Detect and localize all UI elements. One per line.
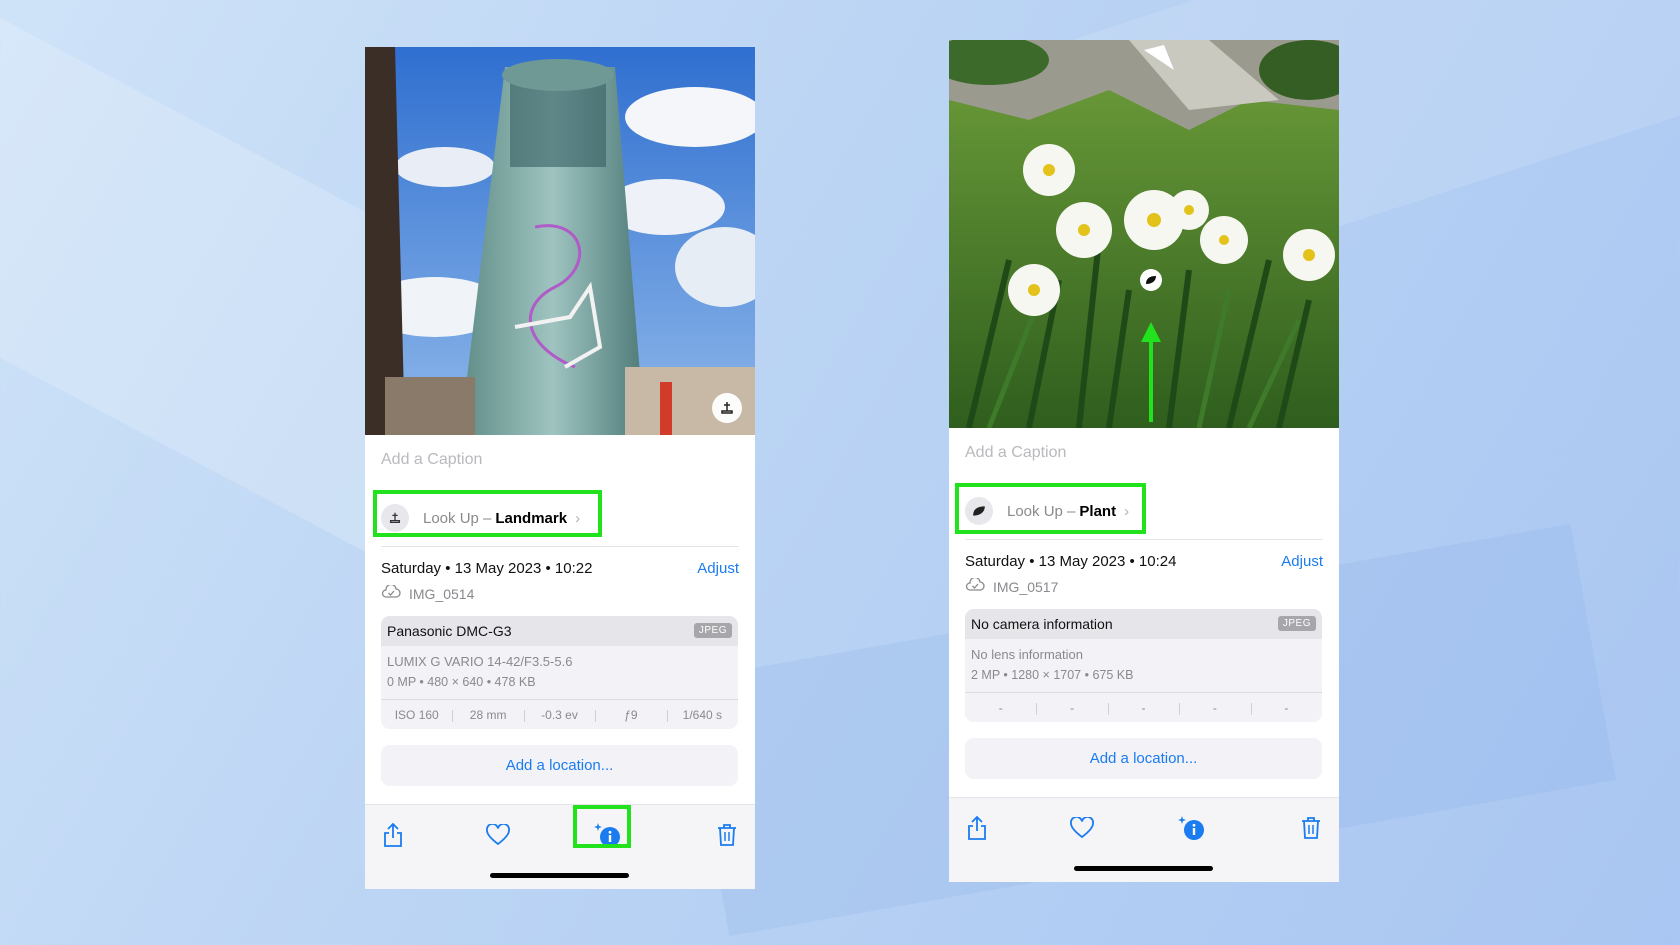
- highlight-box: [573, 805, 631, 848]
- format-badge: JPEG: [693, 623, 732, 638]
- bottom-toolbar: [949, 797, 1339, 882]
- caption-field[interactable]: Add a Caption: [365, 435, 755, 486]
- home-indicator: [490, 873, 629, 878]
- share-icon: [382, 822, 404, 853]
- add-location-button[interactable]: Add a location...: [965, 738, 1322, 779]
- trash-icon: [1300, 816, 1322, 845]
- landmark-icon: [719, 400, 735, 416]
- file-name: IMG_0517: [993, 579, 1059, 595]
- format-badge: JPEG: [1277, 616, 1316, 631]
- file-name: IMG_0514: [409, 586, 475, 602]
- exif-aperture: -: [1179, 701, 1250, 715]
- exif-aperture: ƒ9: [595, 708, 666, 722]
- landmark-lookup-badge[interactable]: [712, 393, 742, 423]
- camera-model: Panasonic DMC-G3: [387, 623, 512, 639]
- photo-plant[interactable]: [949, 40, 1339, 428]
- exif-card: Panasonic DMC-G3 JPEG LUMIX G VARIO 14-4…: [381, 616, 738, 729]
- date-row: Saturday • 13 May 2023 • 10:24 Adjust: [965, 553, 1323, 573]
- caption-field[interactable]: Add a Caption: [949, 428, 1339, 479]
- photo-date: Saturday • 13 May 2023 • 10:22: [381, 560, 593, 577]
- photo-date: Saturday • 13 May 2023 • 10:24: [965, 553, 1177, 570]
- plant-lookup-badge[interactable]: [1140, 269, 1162, 291]
- leaf-icon: [1145, 275, 1157, 285]
- lens-info: No lens information: [971, 647, 1083, 662]
- share-button[interactable]: [373, 817, 413, 857]
- adjust-button[interactable]: Adjust: [1281, 553, 1323, 570]
- phone-screen-landmark: Add a Caption Look Up – Landmark › Satur…: [365, 47, 755, 889]
- image-specs: 0 MP • 480 × 640 • 478 KB: [387, 675, 536, 689]
- exif-shutter: 1/640 s: [666, 708, 738, 722]
- camera-model: No camera information: [971, 616, 1113, 632]
- exif-shutter: -: [1250, 701, 1322, 715]
- caption-placeholder: Add a Caption: [965, 444, 1067, 461]
- exif-iso: -: [998, 700, 1003, 715]
- info-panel: Look Up – Landmark › Saturday • 13 May 2…: [365, 486, 755, 804]
- exif-header: No camera information JPEG: [965, 609, 1322, 639]
- phone-screen-plant: Add a Caption Look Up – Plant › Saturday…: [949, 40, 1339, 882]
- lens-info: LUMIX G VARIO 14-42/F3.5-5.6: [387, 654, 573, 669]
- highlight-box: [373, 490, 602, 537]
- heart-icon: [1070, 815, 1094, 844]
- info-button[interactable]: [1172, 810, 1212, 850]
- exif-exposure: -: [1107, 701, 1179, 715]
- exif-focal-length: -: [1036, 701, 1107, 715]
- share-button[interactable]: [957, 810, 997, 850]
- exif-exposure: -0.3 ev: [523, 708, 595, 722]
- info-panel: Look Up – Plant › Saturday • 13 May 2023…: [949, 479, 1339, 797]
- exif-focal-length: 28 mm: [452, 708, 523, 722]
- adjust-button[interactable]: Adjust: [697, 560, 739, 577]
- file-row: IMG_0517: [965, 576, 1059, 597]
- image-specs: 2 MP • 1280 × 1707 • 675 KB: [971, 668, 1134, 682]
- exif-params: ISO 160 28 mm -0.3 ev ƒ9 1/640 s: [381, 700, 738, 729]
- exif-iso: ISO 160: [394, 707, 439, 722]
- trash-icon: [716, 823, 738, 852]
- exif-header: Panasonic DMC-G3 JPEG: [381, 616, 738, 646]
- exif-card: No camera information JPEG No lens infor…: [965, 609, 1322, 722]
- date-row: Saturday • 13 May 2023 • 10:22 Adjust: [381, 560, 739, 580]
- cloud-icon: [381, 583, 401, 604]
- photo-landmark[interactable]: [365, 47, 755, 435]
- share-icon: [966, 815, 988, 846]
- divider: [965, 539, 1323, 540]
- caption-placeholder: Add a Caption: [381, 451, 483, 468]
- delete-button[interactable]: [1291, 810, 1331, 850]
- heart-icon: [486, 822, 510, 851]
- highlight-box: [955, 483, 1146, 534]
- favorite-button[interactable]: [478, 817, 518, 857]
- divider: [381, 546, 739, 547]
- add-location-button[interactable]: Add a location...: [381, 745, 738, 786]
- bottom-toolbar: [365, 804, 755, 889]
- cloud-icon: [965, 576, 985, 597]
- delete-button[interactable]: [707, 817, 747, 857]
- info-sparkle-icon: [1177, 814, 1207, 847]
- exif-params: - - - - -: [965, 693, 1322, 722]
- home-indicator: [1074, 866, 1213, 871]
- file-row: IMG_0514: [381, 583, 475, 604]
- favorite-button[interactable]: [1062, 810, 1102, 850]
